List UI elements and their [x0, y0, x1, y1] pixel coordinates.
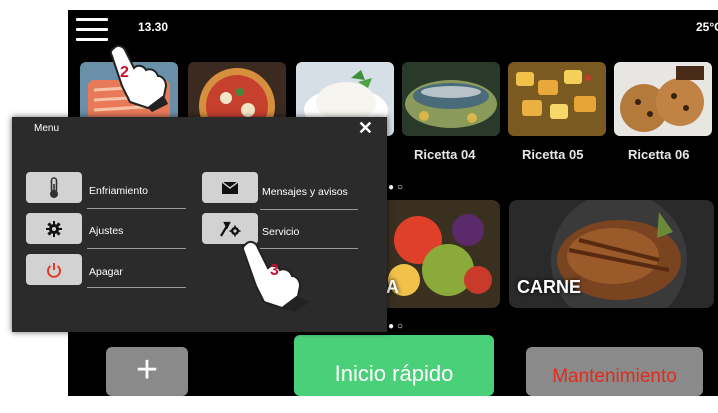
clock: 13.30: [138, 20, 169, 34]
callout-number: 3: [270, 262, 279, 279]
close-icon[interactable]: ✕: [358, 118, 373, 139]
temperature-readout: 25°C: [696, 20, 718, 34]
divider: [87, 208, 186, 209]
add-button[interactable]: +: [106, 347, 188, 396]
menu-item-label: Apagar: [89, 266, 123, 278]
quick-start-button[interactable]: Inicio rápido: [294, 335, 494, 396]
category-card-vegetables[interactable]: A: [378, 200, 500, 308]
category-label: CARNE: [517, 277, 582, 297]
menu-item-label: Mensajes y avisos: [262, 186, 348, 198]
envelope-icon: [222, 181, 238, 194]
wrench-gear-icon: [220, 221, 241, 237]
menu-title: Menu: [34, 123, 60, 134]
messages-button[interactable]: [202, 172, 258, 203]
settings-button[interactable]: [26, 213, 82, 244]
thermometer-icon: [50, 176, 58, 198]
cooling-button[interactable]: [26, 172, 82, 203]
menu-dialog: Menu ✕ Enfriamiento Ajustes Apagar Mensa…: [12, 117, 387, 332]
recipe-thumb-cookies[interactable]: [614, 62, 712, 136]
power-icon: [47, 262, 61, 278]
callout-number: 2: [120, 64, 129, 81]
pointing-hand-icon: [109, 44, 168, 112]
category-card-carne[interactable]: CARNE: [509, 200, 714, 308]
recipe-label: Ricetta 06: [628, 147, 690, 162]
divider: [260, 209, 358, 210]
menu-item-label: Ajustes: [89, 225, 124, 237]
page-indicator: ●○: [388, 182, 407, 193]
power-off-button[interactable]: [26, 254, 82, 285]
hamburger-menu-icon[interactable]: [76, 18, 108, 42]
recipe-thumb-fish[interactable]: [402, 62, 500, 136]
page-indicator: ●○: [388, 321, 407, 332]
recipe-label: Ricetta 04: [414, 147, 476, 162]
menu-item-label: Enfriamiento: [89, 185, 148, 197]
menu-item-label: Servicio: [262, 226, 300, 238]
divider: [87, 287, 186, 288]
recipe-thumb-potatoes[interactable]: [508, 62, 606, 136]
divider: [87, 248, 186, 249]
recipe-label: Ricetta 05: [522, 147, 584, 162]
gear-icon: [46, 220, 62, 237]
maintenance-button[interactable]: Mantenimiento: [526, 347, 703, 396]
category-label: A: [386, 277, 399, 297]
